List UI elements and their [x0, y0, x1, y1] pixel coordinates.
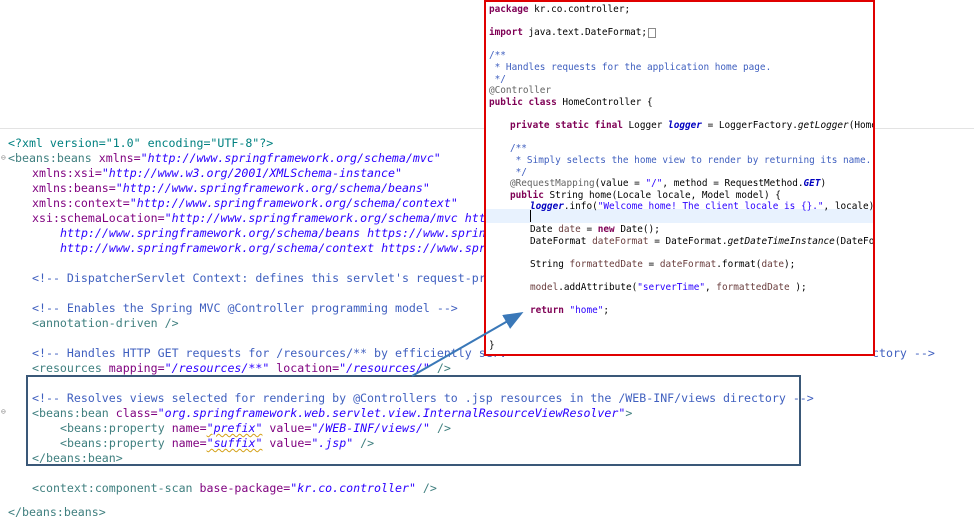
arrow-connector — [411, 312, 524, 377]
